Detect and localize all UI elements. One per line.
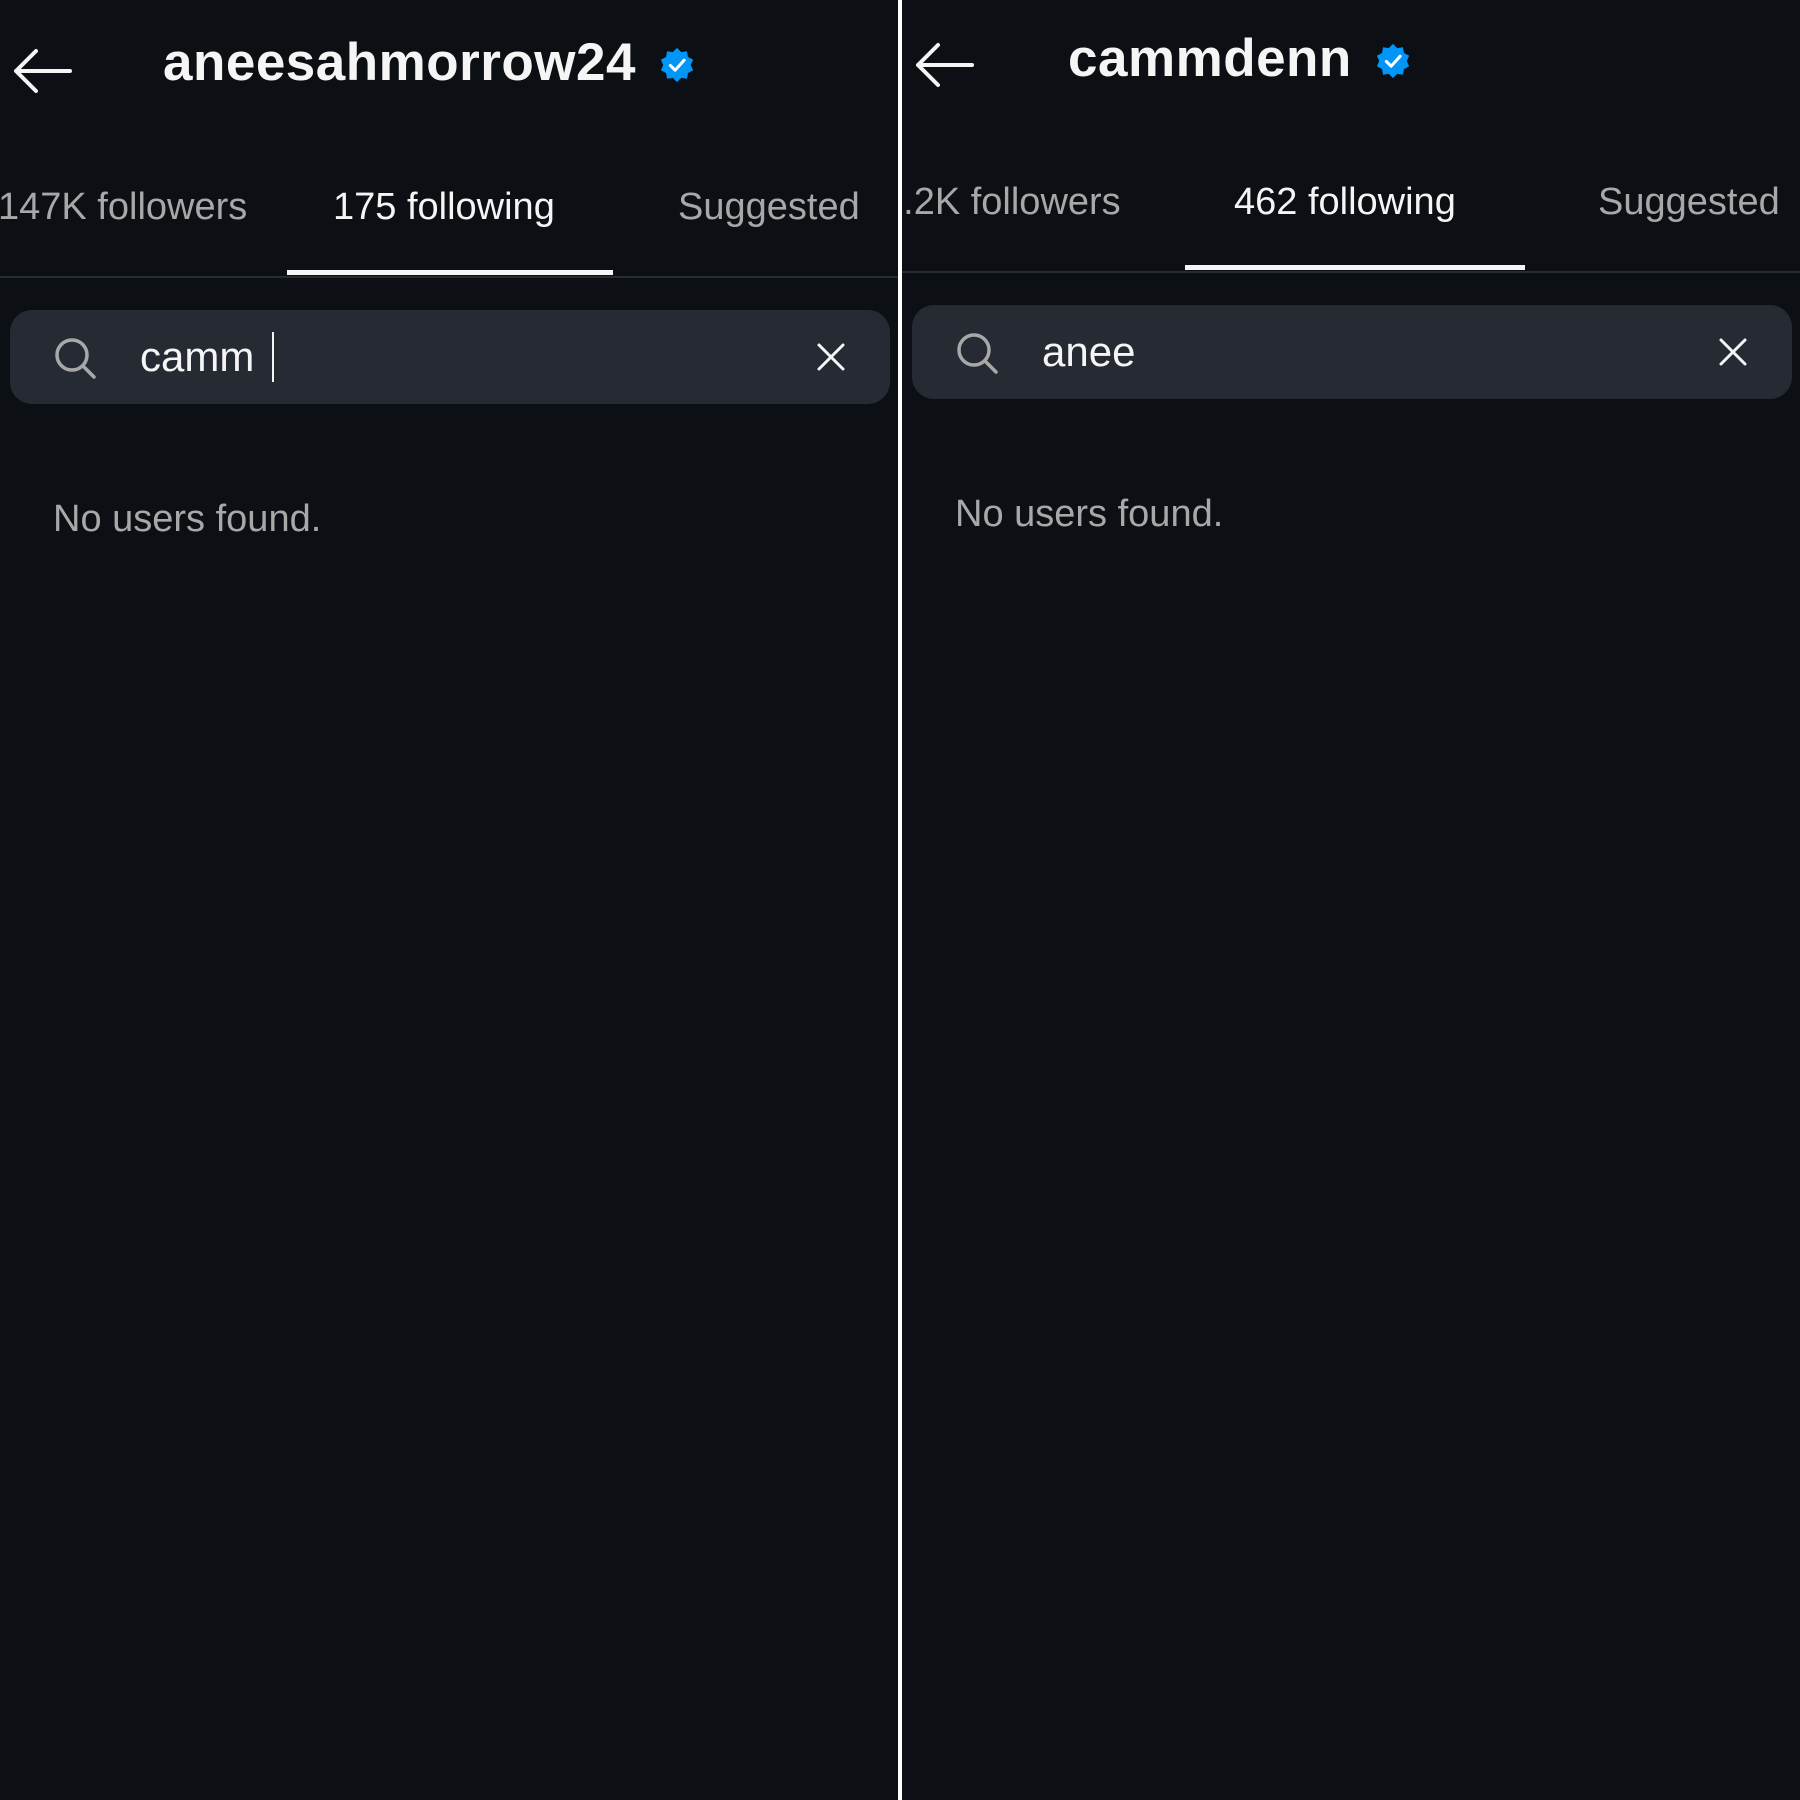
tab-followers[interactable]: 147K followers — [0, 186, 247, 229]
search-icon — [55, 338, 96, 379]
tab-divider — [0, 276, 898, 278]
verified-badge-icon — [1376, 43, 1409, 78]
active-tab-indicator — [1185, 265, 1525, 270]
tab-followers[interactable]: 0.2K followers — [902, 181, 1121, 224]
clear-x-icon[interactable] — [1718, 337, 1748, 367]
tab-bar: 147K followers 175 following Suggested — [0, 160, 898, 278]
tab-suggested[interactable]: Suggested — [678, 186, 860, 229]
tab-following[interactable]: 462 following — [1234, 181, 1456, 224]
verified-badge-icon — [660, 47, 694, 82]
back-arrow-icon[interactable] — [912, 41, 976, 89]
page-title-wrap: aneesahmorrow24 — [163, 32, 696, 93]
empty-state-message: No users found. — [53, 498, 322, 540]
header: cammdenn — [902, 0, 1800, 140]
search-input[interactable] — [1042, 321, 1662, 383]
clear-x-icon[interactable] — [816, 342, 846, 372]
search-bar — [10, 310, 890, 404]
search-icon — [957, 333, 998, 374]
left-following-panel: aneesahmorrow24 147K followers 175 follo… — [0, 0, 898, 1800]
page-title-wrap: cammdenn — [1068, 28, 1412, 89]
search-input[interactable] — [140, 326, 760, 388]
back-arrow-icon[interactable] — [10, 47, 74, 95]
page-title: aneesahmorrow24 — [163, 33, 636, 92]
right-following-panel: cammdenn 0.2K followers 462 following Su… — [902, 0, 1800, 1800]
tab-suggested[interactable]: Suggested — [1598, 181, 1780, 224]
tab-divider — [902, 271, 1800, 273]
header: aneesahmorrow24 — [0, 0, 898, 140]
search-bar — [912, 305, 1792, 399]
empty-state-message: No users found. — [955, 493, 1224, 535]
split-screenshot: aneesahmorrow24 147K followers 175 follo… — [0, 0, 1800, 1800]
page-title: cammdenn — [1068, 29, 1352, 88]
active-tab-indicator — [287, 270, 613, 275]
text-caret — [272, 332, 274, 382]
tab-bar: 0.2K followers 462 following Suggested — [902, 155, 1800, 273]
tab-following[interactable]: 175 following — [333, 186, 555, 229]
